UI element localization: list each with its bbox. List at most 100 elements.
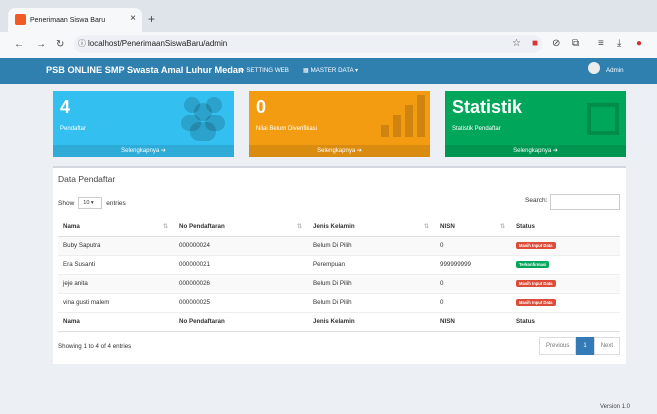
entries-control: Show 10 ▾ entries [58, 197, 126, 209]
column-header-status[interactable]: Status [511, 217, 620, 237]
table-row: Buby Saputra 000000024 Belum Di Pilih 0 Masi… [58, 236, 620, 256]
next-button[interactable]: Next [593, 337, 621, 355]
column-footer-nisn: NISN [435, 312, 511, 332]
cell-nama: jeje anita [58, 274, 174, 294]
table-header-row: Nama ⇅ No Pendaftaran ⇅ Jenis Kelamin ⇅ NIS… [58, 217, 620, 237]
table-row: jeje anita 000000026 Belum Di Pilih 0 Masih … [58, 274, 620, 294]
version-text: Version 1.0 [600, 404, 631, 410]
more-label: Selengkapnya [317, 148, 356, 154]
cell-no: 000000021 [174, 255, 308, 275]
cell-nama: vina gusti malem [58, 293, 174, 313]
cell-status: Masih Input Data [511, 293, 620, 313]
download-icon[interactable]: ⤓ [617, 38, 621, 49]
column-header-jk[interactable]: Jenis Kelamin ⇅ [308, 217, 435, 237]
cell-jk: Belum Di Pilih [308, 293, 435, 313]
panel-title: Data Pendaftar [58, 174, 116, 184]
master-data-menu[interactable]: ▦ MASTER DATA ▾ [303, 67, 358, 74]
square-icon [587, 103, 619, 135]
site-info-icon[interactable]: ⓘ [78, 38, 86, 49]
cell-jk: Belum Di Pilih [308, 236, 435, 256]
cell-status: Terkonfirmasi [511, 255, 620, 275]
stat-label: Statistik Pendaftar [452, 126, 501, 132]
column-footer-status: Status [511, 312, 620, 332]
cell-nisn: 0 [435, 293, 511, 313]
stat-more-link[interactable]: Selengkapnya ➔ [445, 145, 626, 157]
reading-list-icon[interactable]: ≡ [598, 38, 604, 49]
user-avatar[interactable] [588, 62, 600, 74]
search-input[interactable] [550, 194, 620, 210]
reload-icon[interactable]: ↻ [56, 39, 64, 50]
column-header-nama[interactable]: Nama ⇅ [58, 217, 174, 237]
more-label: Selengkapnya [513, 148, 552, 154]
browser-tab[interactable]: Penerimaan Siswa Baru × [8, 8, 142, 32]
status-badge: Masih Input Data [516, 242, 556, 249]
stat-label: Pendaftar [60, 126, 87, 132]
back-icon[interactable]: ← [14, 39, 24, 50]
chart-icon: ▦ [303, 67, 311, 74]
url-field[interactable]: ⓘ localhost/PenerimaanSiswaBaru/admin [74, 35, 542, 53]
tab-close-icon[interactable]: × [130, 14, 136, 24]
column-header-nisn[interactable]: NISN ⇅ [435, 217, 511, 237]
column-header-no[interactable]: No Pendaftaran ⇅ [174, 217, 308, 237]
cell-nama: Buby Saputra [58, 236, 174, 256]
table-info: Showing 1 to 4 of 4 entries [58, 343, 132, 350]
cell-no: 000000025 [174, 293, 308, 313]
brand-title[interactable]: PSB ONLINE SMP Swasta Amal Luhur Medan [46, 65, 244, 75]
bar-chart-icon [381, 95, 425, 137]
table-row: vina gusti malem 000000025 Belum Di Pilih 0… [58, 293, 620, 313]
previous-button[interactable]: Previous [539, 337, 577, 355]
sort-icon: ⇅ [423, 224, 429, 230]
status-badge: Masih Input Data [516, 280, 556, 287]
stat-box-statistik: Statistik Statistik Pendaftar Selengkapn… [445, 91, 626, 157]
sort-icon: ⇅ [296, 224, 302, 230]
search-label: Search: [525, 197, 548, 204]
extension-icon[interactable]: ⊘ [552, 38, 560, 49]
stat-box-nilai: 0 Nilai Belum Diverifikasi Selengkapnya … [249, 91, 430, 157]
cell-no: 000000024 [174, 236, 308, 256]
tab-title: Penerimaan Siswa Baru [30, 16, 106, 24]
table-footer-row: Nama No Pendaftaran Jenis Kelamin NISN S… [58, 312, 620, 332]
stat-number: Statistik [452, 97, 523, 117]
status-badge: Masih Input Data [516, 299, 556, 306]
stat-box-pendaftar: 4 Pendaftar Selengkapnya ➔ [53, 91, 234, 157]
extension-icon[interactable]: ■ [532, 38, 538, 49]
page-button[interactable]: 1 [576, 337, 594, 355]
user-name[interactable]: Admin [606, 67, 624, 74]
cell-nisn: 0 [435, 274, 511, 294]
profile-icon[interactable]: ● [636, 38, 642, 49]
stat-number: 0 [256, 97, 267, 117]
entries-label: entries [106, 199, 126, 207]
stat-more-link[interactable]: Selengkapnya ➔ [53, 145, 234, 157]
stat-label: Nilai Belum Diverifikasi [256, 126, 318, 132]
new-tab-icon[interactable]: + [148, 12, 155, 26]
more-label: Selengkapnya [121, 148, 160, 154]
arrow-circle-right-icon: ➔ [356, 148, 362, 154]
setting-web-menu[interactable]: ⚙ SETTING WEB [239, 67, 289, 74]
setting-web-label: SETTING WEB [246, 67, 289, 74]
sort-icon: ⇅ [162, 224, 168, 230]
stat-number: 4 [60, 97, 71, 117]
status-badge: Terkonfirmasi [516, 261, 550, 268]
cell-jk: Perempuan [308, 255, 435, 275]
master-data-label: MASTER DATA ▾ [310, 67, 359, 74]
column-footer-no: No Pendaftaran [174, 312, 308, 332]
extensions-puzzle-icon[interactable]: ⧉ [572, 38, 579, 49]
arrow-circle-right-icon: ➔ [160, 148, 166, 154]
show-label: Show [58, 199, 75, 207]
cell-status: Masih Input Data [511, 274, 620, 294]
forward-icon[interactable]: → [36, 39, 46, 50]
cell-nama: Era Susanti [58, 255, 174, 275]
browser-chrome: Penerimaan Siswa Baru × + ← → ↻ ⓘ localh… [0, 0, 657, 58]
entries-value: 10 [83, 200, 90, 206]
favicon-icon [15, 14, 26, 25]
bookmark-star-icon[interactable]: ☆ [512, 38, 521, 49]
stat-more-link[interactable]: Selengkapnya ➔ [249, 145, 430, 157]
cell-nisn: 0 [435, 236, 511, 256]
cell-jk: Belum Di Pilih [308, 274, 435, 294]
column-footer-jk: Jenis Kelamin [308, 312, 435, 332]
pendaftar-table: Nama ⇅ No Pendaftaran ⇅ Jenis Kelamin ⇅ NIS… [58, 217, 620, 332]
pagination: Previous 1 Next [539, 337, 621, 355]
table-row: Era Susanti 000000021 Perempuan 999999999 Te… [58, 255, 620, 275]
url-text: localhost/PenerimaanSiswaBaru/admin [88, 39, 228, 48]
entries-select[interactable]: 10 ▾ [78, 197, 103, 209]
